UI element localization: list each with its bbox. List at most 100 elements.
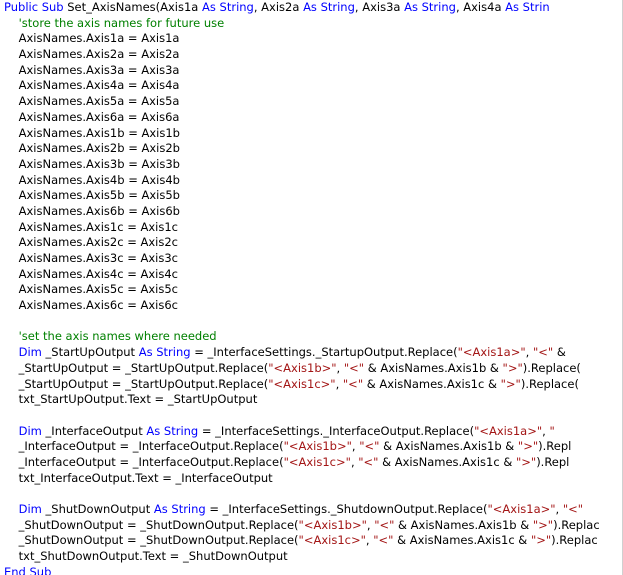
code-editor[interactable]: Public Sub Set_AxisNames(Axis1a As Strin…: [0, 0, 623, 575]
code-text: _StartUpOutput: [41, 345, 139, 360]
code-text: , Axis2a: [253, 0, 304, 14]
code-line[interactable]: ​: [4, 486, 600, 502]
code-line[interactable]: AxisNames.Axis6c = Axis6c: [4, 298, 600, 314]
code-text: AxisNames.Axis1a = Axis1a: [18, 31, 180, 46]
code-text: AxisNames.Axis5c = Axis5c: [18, 282, 179, 297]
code-text: AxisNames.Axis4a = Axis4a: [18, 78, 180, 93]
code-text: ,: [525, 345, 533, 360]
code-line[interactable]: AxisNames.Axis2a = Axis2a: [4, 47, 600, 63]
code-text: & AxisNames.Axis1b &: [394, 517, 533, 532]
code-keyword: String: [421, 0, 456, 14]
code-keyword: As: [404, 0, 418, 14]
code-string: "<": [532, 345, 554, 360]
code-line[interactable]: ​: [4, 314, 600, 330]
code-line[interactable]: AxisNames.Axis2c = Axis2c: [4, 235, 600, 251]
code-text: & AxisNames.Axis1c &: [393, 533, 531, 548]
code-line[interactable]: _InterfaceOutput = _InterfaceOutput.Repl…: [4, 439, 600, 455]
code-line[interactable]: txt_ShutDownOutput.Text = _ShutDownOutpu…: [4, 549, 600, 565]
code-line[interactable]: AxisNames.Axis3b = Axis3b: [4, 157, 600, 173]
code-string: "<Axis1c>": [298, 533, 366, 548]
code-keyword: End Sub: [4, 564, 52, 575]
code-text: & AxisNames.Axis1c &: [363, 376, 501, 391]
code-text: ).Repl: [536, 454, 570, 469]
code-line[interactable]: ​: [4, 408, 600, 424]
code-line[interactable]: AxisNames.Axis1c = Axis1c: [4, 220, 600, 236]
code-text: ,: [335, 376, 343, 391]
code-line[interactable]: Dim _InterfaceOutput As String = _Interf…: [4, 424, 600, 440]
code-line[interactable]: AxisNames.Axis5a = Axis5a: [4, 94, 600, 110]
code-line[interactable]: _StartUpOutput = _StartUpOutput.Replace(…: [4, 377, 600, 393]
code-text: AxisNames.Axis2b = Axis2b: [18, 141, 180, 156]
code-string: "<Axis1b>": [298, 517, 367, 532]
code-line[interactable]: AxisNames.Axis3c = Axis3c: [4, 251, 600, 267]
code-line[interactable]: Dim _StartUpOutput As String = _Interfac…: [4, 345, 600, 361]
code-text: _ShutDownOutput: [41, 502, 154, 516]
code-line[interactable]: _ShutDownOutput = _ShutDownOutput.Replac…: [4, 518, 600, 534]
code-string: "<Axis1a>": [457, 345, 526, 360]
code-line[interactable]: txt_StartUpOutput.Text = _StartUpOutput: [4, 392, 600, 408]
code-text: _StartUpOutput = _StartUpOutput.Replace(: [18, 360, 269, 375]
code-line[interactable]: AxisNames.Axis1b = Axis1b: [4, 126, 600, 142]
code-string: "<": [373, 533, 394, 548]
code-line[interactable]: 'set the axis names where needed: [4, 329, 600, 345]
code-text-area[interactable]: Public Sub Set_AxisNames(Axis1a As Strin…: [4, 0, 600, 575]
code-line[interactable]: Dim _ShutDownOutput As String = _Interfa…: [4, 502, 600, 518]
code-line[interactable]: AxisNames.Axis2b = Axis2b: [4, 141, 600, 157]
code-text: ).Replac: [551, 533, 598, 548]
code-text: _InterfaceOutput = _InterfaceOutput.Repl…: [18, 439, 284, 454]
code-line[interactable]: txt_InterfaceOutput.Text = _InterfaceOut…: [4, 471, 600, 487]
code-string: ">": [530, 533, 552, 548]
code-keyword: Dim: [18, 502, 42, 516]
code-text: AxisNames.Axis5a = Axis5a: [18, 94, 180, 109]
code-text: ).Repl: [538, 439, 572, 454]
code-line[interactable]: AxisNames.Axis6a = Axis6a: [4, 110, 600, 126]
code-string: "<Axis1a>": [487, 502, 556, 516]
code-text: ).Replace(: [520, 376, 579, 391]
code-line[interactable]: _ShutDownOutput = _ShutDownOutput.Replac…: [4, 533, 600, 549]
code-string: "<": [358, 454, 379, 469]
code-keyword: String: [171, 502, 206, 516]
code-text: txt_StartUpOutput.Text = _StartUpOutput: [18, 392, 258, 407]
code-line[interactable]: AxisNames.Axis4c = Axis4c: [4, 267, 600, 283]
code-line[interactable]: End Sub: [4, 565, 600, 575]
code-string: ">": [500, 376, 521, 391]
code-string: ">": [532, 517, 554, 532]
code-keyword: As: [138, 345, 153, 360]
code-text: & AxisNames.Axis1b &: [364, 360, 503, 375]
code-line[interactable]: Public Sub Set_AxisNames(Axis1a As Strin…: [4, 0, 600, 16]
code-keyword: As: [505, 0, 520, 14]
code-string: "<": [562, 502, 584, 516]
code-line[interactable]: AxisNames.Axis5b = Axis5b: [4, 188, 600, 204]
code-line[interactable]: _InterfaceOutput = _InterfaceOutput.Repl…: [4, 455, 600, 471]
code-line[interactable]: AxisNames.Axis1a = Axis1a: [4, 31, 600, 47]
code-text: _InterfaceOutput = _InterfaceOutput.Repl…: [18, 454, 284, 469]
code-line[interactable]: AxisNames.Axis5c = Axis5c: [4, 282, 600, 298]
code-line[interactable]: _StartUpOutput = _StartUpOutput.Replace(…: [4, 361, 600, 377]
code-text: txt_ShutDownOutput.Text = _ShutDownOutpu…: [18, 549, 288, 564]
code-line[interactable]: AxisNames.Axis4b = Axis4b: [4, 173, 600, 189]
code-line[interactable]: AxisNames.Axis4a = Axis4a: [4, 78, 600, 94]
code-line[interactable]: 'store the axis names for future use: [4, 16, 600, 32]
code-string: "<Axis1b>": [268, 360, 337, 375]
code-line[interactable]: AxisNames.Axis3a = Axis3a: [4, 63, 600, 79]
code-text: AxisNames.Axis1c = Axis1c: [18, 219, 179, 234]
code-string: "<Axis1c>": [283, 454, 351, 469]
code-line[interactable]: AxisNames.Axis6b = Axis6b: [4, 204, 600, 220]
code-keyword: String: [163, 423, 199, 438]
